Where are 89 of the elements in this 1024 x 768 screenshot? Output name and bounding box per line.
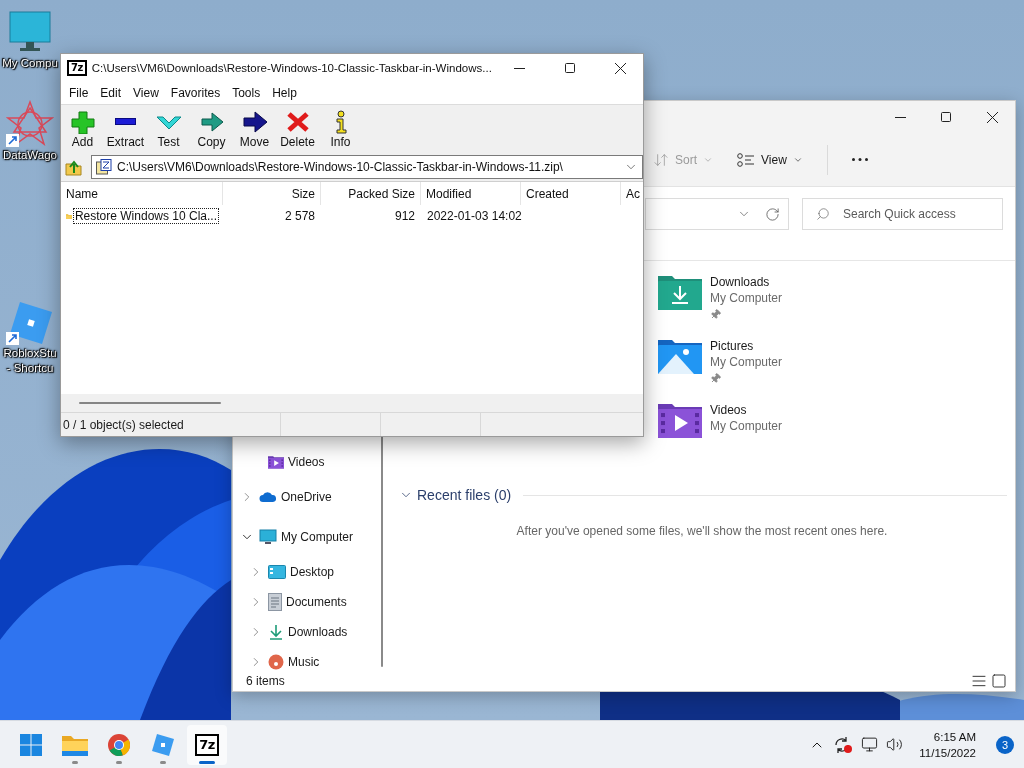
arrow-icon	[241, 109, 268, 134]
app-icon: 7z	[67, 60, 87, 76]
archive-icon	[96, 159, 112, 175]
cloud-icon	[259, 491, 277, 503]
table-cell: 2 578	[283, 209, 316, 223]
tiles-view-icon[interactable]	[991, 673, 1007, 689]
more-icon	[851, 158, 868, 161]
arrow-icon	[198, 109, 225, 134]
folder-location: My Computer	[710, 354, 783, 370]
minus-icon	[115, 117, 136, 125]
nav-item[interactable]: My Computer	[281, 530, 354, 544]
toolbar-button[interactable]: Extract	[104, 105, 147, 153]
window-title: C:\Users\VM6\Downloads\Restore-Windows-10-Classic-Taskbar-in-Windows...	[91, 62, 492, 74]
app-icon: 7z	[195, 733, 219, 756]
menu-item[interactable]: Favorites	[164, 86, 227, 100]
view-icon	[737, 152, 755, 167]
column-header[interactable]: Modified	[421, 182, 521, 205]
search-field[interactable]: Search Quick access	[802, 198, 1003, 230]
address-bar[interactable]	[645, 198, 789, 230]
view-button[interactable]: View	[729, 143, 811, 176]
shortcut-icon[interactable]	[6, 100, 54, 148]
menu-item[interactable]: View	[127, 86, 165, 100]
folder-location: My Computer	[710, 290, 783, 306]
nav-item[interactable]: Videos	[288, 455, 325, 469]
toolbar-button[interactable]: Test	[147, 105, 190, 153]
minimize-icon	[514, 67, 526, 69]
menu-item[interactable]: Help	[266, 86, 303, 100]
videos-folder-icon	[658, 402, 702, 439]
folder-name[interactable]: Pictures	[710, 338, 783, 354]
toolbar-button[interactable]: Add	[61, 105, 104, 153]
minimize-icon	[894, 116, 906, 118]
downloads-folder-icon	[658, 274, 702, 311]
sync-icon[interactable]	[833, 735, 854, 754]
column-header[interactable]: Ac	[621, 182, 643, 205]
toolbar-button[interactable]: Copy	[190, 105, 233, 153]
download-icon	[268, 624, 284, 640]
music-icon	[268, 654, 284, 670]
recent-files-header[interactable]: Recent files (0)	[399, 487, 512, 503]
pictures-folder-icon	[658, 338, 702, 375]
maximize-icon	[564, 63, 575, 73]
nav-item[interactable]: Downloads	[288, 625, 348, 639]
table-cell: 2022-01-03 14:02	[426, 209, 523, 223]
close-icon	[986, 111, 998, 123]
close-icon	[614, 62, 626, 74]
empty-message: After you've opened some files, we'll show the most recent ones here.	[516, 524, 888, 538]
folder-icon	[62, 733, 88, 756]
toolbar-button[interactable]: Info	[319, 105, 362, 153]
search-icon	[816, 207, 830, 221]
column-header[interactable]: Name	[61, 182, 223, 205]
nav-item[interactable]: Documents	[286, 595, 347, 609]
menu-item[interactable]: File	[63, 86, 95, 100]
plus-icon	[69, 109, 96, 134]
videos-folder-icon	[268, 454, 284, 470]
column-header[interactable]: Created	[521, 182, 621, 205]
up-folder-icon[interactable]	[65, 158, 83, 176]
clock-date[interactable]: 11/15/2022	[919, 744, 976, 761]
computer-icon	[259, 529, 277, 545]
scrollbar-thumb[interactable]	[79, 402, 221, 404]
desktop-icon	[268, 565, 286, 579]
clock-time[interactable]: 6:15 AM	[933, 728, 976, 745]
menu-item[interactable]: Tools	[226, 86, 267, 100]
nav-item[interactable]: OneDrive	[281, 490, 332, 504]
browser-icon	[107, 732, 131, 757]
nav-item[interactable]: Desktop	[290, 565, 335, 579]
speaker-icon[interactable]	[886, 736, 904, 753]
document-icon	[268, 593, 282, 611]
network-icon[interactable]	[861, 736, 879, 753]
windows-icon	[20, 733, 42, 756]
folder-location: My Computer	[710, 418, 783, 434]
toolbar-button[interactable]: Move	[233, 105, 276, 153]
notification-badge[interactable]: 3	[996, 735, 1014, 754]
folder-name[interactable]: Downloads	[710, 274, 783, 290]
folder-name[interactable]: Videos	[710, 402, 783, 418]
column-header[interactable]: Packed Size	[321, 182, 421, 205]
nav-item[interactable]: Music	[288, 655, 320, 669]
maximize-icon	[941, 112, 951, 122]
path-field[interactable]: C:\Users\VM6\Downloads\Restore-Windows-10-Classic-Taskbar-in-Windows-11.zip\	[91, 155, 643, 179]
file-name[interactable]: Restore Windows 10 Cla...	[73, 209, 218, 223]
menu-item[interactable]: Edit	[94, 86, 128, 100]
status-text: 0 / 1 object(s) selected	[63, 417, 184, 432]
column-header[interactable]: Size	[223, 182, 321, 205]
toolbar-button[interactable]: Delete	[276, 105, 319, 153]
sort-icon	[653, 151, 669, 168]
taskbar-app[interactable]: 7z	[187, 724, 227, 765]
refresh-icon[interactable]	[765, 206, 780, 222]
details-view-icon[interactable]	[971, 673, 987, 689]
table-cell: 912	[393, 209, 416, 223]
shortcut-app-icon	[151, 732, 175, 757]
status-text: 6 items	[246, 674, 285, 688]
